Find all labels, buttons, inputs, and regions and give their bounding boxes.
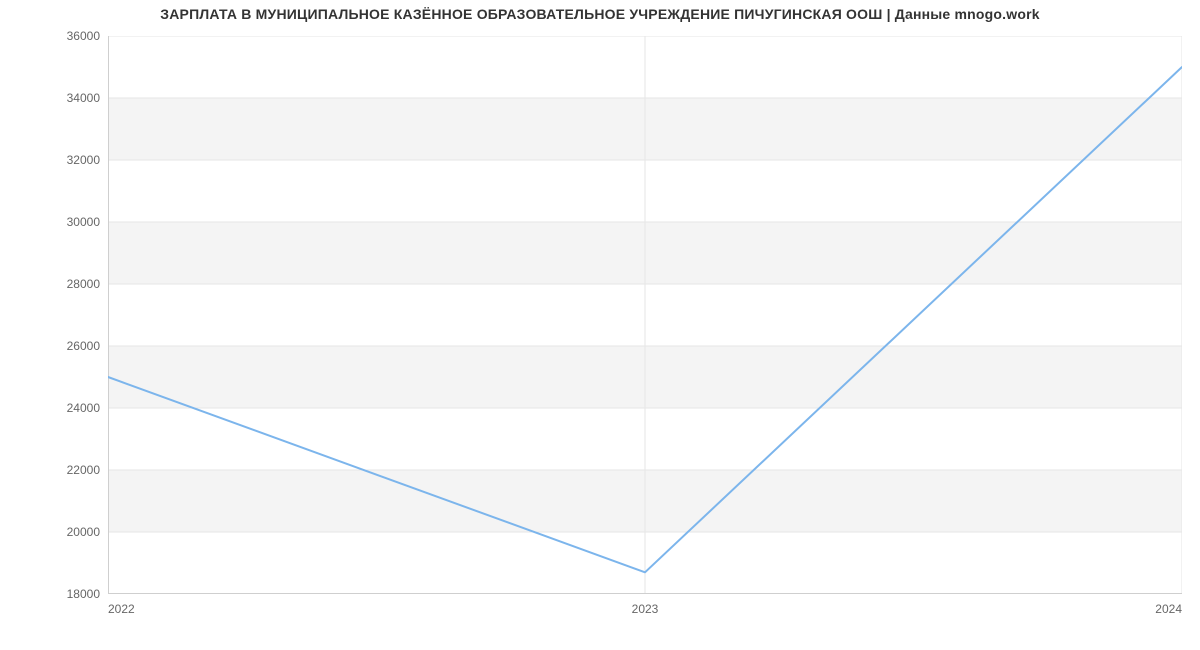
y-tick-label: 20000 xyxy=(40,525,100,539)
y-tick-label: 24000 xyxy=(40,401,100,415)
y-tick-label: 30000 xyxy=(40,215,100,229)
chart-title: ЗАРПЛАТА В МУНИЦИПАЛЬНОЕ КАЗЁННОЕ ОБРАЗО… xyxy=(0,6,1200,22)
y-tick-label: 26000 xyxy=(40,339,100,353)
x-tick-label: 2024 xyxy=(1155,602,1182,616)
y-tick-label: 18000 xyxy=(40,587,100,601)
y-tick-label: 22000 xyxy=(40,463,100,477)
y-tick-label: 34000 xyxy=(40,91,100,105)
chart-container: ЗАРПЛАТА В МУНИЦИПАЛЬНОЕ КАЗЁННОЕ ОБРАЗО… xyxy=(0,0,1200,650)
x-tick-label: 2023 xyxy=(632,602,659,616)
y-tick-label: 28000 xyxy=(40,277,100,291)
plot-area xyxy=(108,36,1182,594)
y-tick-label: 32000 xyxy=(40,153,100,167)
chart-svg xyxy=(108,36,1182,594)
y-tick-label: 36000 xyxy=(40,29,100,43)
x-tick-label: 2022 xyxy=(108,602,135,616)
